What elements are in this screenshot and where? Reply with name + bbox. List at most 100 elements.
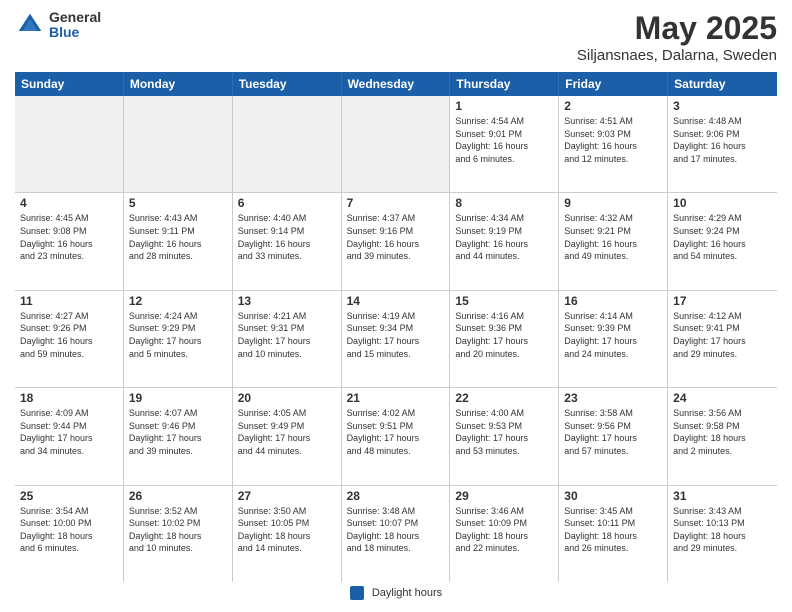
day-info: Sunrise: 4:27 AM Sunset: 9:26 PM Dayligh… <box>20 310 118 360</box>
day-number: 24 <box>673 391 772 405</box>
logo: General Blue <box>15 10 101 41</box>
day-cell-12: 12Sunrise: 4:24 AM Sunset: 9:29 PM Dayli… <box>124 291 233 387</box>
day-number: 2 <box>564 99 662 113</box>
day-number: 5 <box>129 196 227 210</box>
day-number: 22 <box>455 391 553 405</box>
day-cell-3: 3 Sunrise: 4:48 AM Sunset: 9:06 PM Daylig… <box>668 96 777 192</box>
page: General Blue May 2025 Siljansnaes, Dalar… <box>0 0 792 612</box>
day-info: Sunrise: 3:54 AM Sunset: 10:00 PM Daylig… <box>20 505 118 555</box>
week-row-2: 11Sunrise: 4:27 AM Sunset: 9:26 PM Dayli… <box>15 291 777 388</box>
header-day-sunday: Sunday <box>15 72 124 96</box>
legend-text: Daylight hours <box>372 587 442 599</box>
day-info: Sunrise: 3:45 AM Sunset: 10:11 PM Daylig… <box>564 505 662 555</box>
day-number: 14 <box>347 294 445 308</box>
day-cell-27: 27Sunrise: 3:50 AM Sunset: 10:05 PM Dayl… <box>233 486 342 582</box>
empty-cell <box>124 96 233 192</box>
header-day-monday: Monday <box>124 72 233 96</box>
day-number: 28 <box>347 489 445 503</box>
day-number: 16 <box>564 294 662 308</box>
day-number: 18 <box>20 391 118 405</box>
day-cell-9: 9 Sunrise: 4:32 AM Sunset: 9:21 PM Daylig… <box>559 193 668 289</box>
day-info: Sunrise: 4:21 AM Sunset: 9:31 PM Dayligh… <box>238 310 336 360</box>
day-info: Sunrise: 4:05 AM Sunset: 9:49 PM Dayligh… <box>238 407 336 457</box>
day-cell-24: 24 Sunrise: 3:56 AM Sunset: 9:58 PM Dayli… <box>668 388 777 484</box>
day-info: Sunrise: 4:43 AM Sunset: 9:11 PM Dayligh… <box>129 212 227 262</box>
day-number: 19 <box>129 391 227 405</box>
day-cell-5: 5 Sunrise: 4:43 AM Sunset: 9:11 PM Daylig… <box>124 193 233 289</box>
day-number: 25 <box>20 489 118 503</box>
day-number: 6 <box>238 196 336 210</box>
calendar-body: 1Sunrise: 4:54 AM Sunset: 9:01 PM Daylig… <box>15 96 777 582</box>
day-number: 1 <box>455 99 553 113</box>
day-cell-8: 8Sunrise: 4:34 AM Sunset: 9:19 PM Daylig… <box>450 193 559 289</box>
day-cell-6: 6 Sunrise: 4:40 AM Sunset: 9:14 PM Daylig… <box>233 193 342 289</box>
logo-icon <box>15 10 45 40</box>
sub-title: Siljansnaes, Dalarna, Sweden <box>577 47 777 64</box>
day-number: 3 <box>673 99 772 113</box>
day-cell-4: 4 Sunrise: 4:45 AM Sunset: 9:08 PM Daylig… <box>15 193 124 289</box>
logo-general: General <box>49 10 101 25</box>
day-cell-29: 29 Sunrise: 3:46 AM Sunset: 10:09 PM Dayl… <box>450 486 559 582</box>
day-info: Sunrise: 3:43 AM Sunset: 10:13 PM Daylig… <box>673 505 772 555</box>
header: General Blue May 2025 Siljansnaes, Dalar… <box>15 10 777 64</box>
day-number: 4 <box>20 196 118 210</box>
day-cell-21: 21 Sunrise: 4:02 AM Sunset: 9:51 PM Dayli… <box>342 388 451 484</box>
header-day-tuesday: Tuesday <box>233 72 342 96</box>
day-number: 29 <box>455 489 553 503</box>
day-cell-17: 17 Sunrise: 4:12 AM Sunset: 9:41 PM Dayli… <box>668 291 777 387</box>
day-info: Sunrise: 4:45 AM Sunset: 9:08 PM Dayligh… <box>20 212 118 262</box>
day-info: Sunrise: 4:32 AM Sunset: 9:21 PM Dayligh… <box>564 212 662 262</box>
day-number: 9 <box>564 196 662 210</box>
day-info: Sunrise: 3:48 AM Sunset: 10:07 PM Daylig… <box>347 505 445 555</box>
day-info: Sunrise: 4:09 AM Sunset: 9:44 PM Dayligh… <box>20 407 118 457</box>
day-cell-11: 11Sunrise: 4:27 AM Sunset: 9:26 PM Dayli… <box>15 291 124 387</box>
logo-blue: Blue <box>49 25 101 40</box>
day-number: 20 <box>238 391 336 405</box>
day-number: 31 <box>673 489 772 503</box>
empty-cell <box>233 96 342 192</box>
day-info: Sunrise: 4:02 AM Sunset: 9:51 PM Dayligh… <box>347 407 445 457</box>
day-cell-26: 26 Sunrise: 3:52 AM Sunset: 10:02 PM Dayl… <box>124 486 233 582</box>
day-info: Sunrise: 4:40 AM Sunset: 9:14 PM Dayligh… <box>238 212 336 262</box>
day-number: 30 <box>564 489 662 503</box>
day-info: Sunrise: 4:16 AM Sunset: 9:36 PM Dayligh… <box>455 310 553 360</box>
day-cell-7: 7Sunrise: 4:37 AM Sunset: 9:16 PM Daylig… <box>342 193 451 289</box>
day-info: Sunrise: 3:50 AM Sunset: 10:05 PM Daylig… <box>238 505 336 555</box>
calendar-header: SundayMondayTuesdayWednesdayThursdayFrid… <box>15 72 777 96</box>
calendar: SundayMondayTuesdayWednesdayThursdayFrid… <box>15 72 777 582</box>
header-day-wednesday: Wednesday <box>342 72 451 96</box>
day-number: 21 <box>347 391 445 405</box>
day-info: Sunrise: 4:51 AM Sunset: 9:03 PM Dayligh… <box>564 115 662 165</box>
day-info: Sunrise: 4:14 AM Sunset: 9:39 PM Dayligh… <box>564 310 662 360</box>
day-info: Sunrise: 3:46 AM Sunset: 10:09 PM Daylig… <box>455 505 553 555</box>
day-info: Sunrise: 4:12 AM Sunset: 9:41 PM Dayligh… <box>673 310 772 360</box>
empty-cell <box>15 96 124 192</box>
day-cell-18: 18 Sunrise: 4:09 AM Sunset: 9:44 PM Dayli… <box>15 388 124 484</box>
day-cell-25: 25 Sunrise: 3:54 AM Sunset: 10:00 PM Dayl… <box>15 486 124 582</box>
footer: Daylight hours <box>15 582 777 602</box>
day-cell-15: 15Sunrise: 4:16 AM Sunset: 9:36 PM Dayli… <box>450 291 559 387</box>
day-cell-14: 14 Sunrise: 4:19 AM Sunset: 9:34 PM Dayli… <box>342 291 451 387</box>
day-cell-10: 10Sunrise: 4:29 AM Sunset: 9:24 PM Dayli… <box>668 193 777 289</box>
day-cell-31: 31 Sunrise: 3:43 AM Sunset: 10:13 PM Dayl… <box>668 486 777 582</box>
day-cell-19: 19 Sunrise: 4:07 AM Sunset: 9:46 PM Dayli… <box>124 388 233 484</box>
day-info: Sunrise: 4:19 AM Sunset: 9:34 PM Dayligh… <box>347 310 445 360</box>
day-cell-28: 28 Sunrise: 3:48 AM Sunset: 10:07 PM Dayl… <box>342 486 451 582</box>
day-info: Sunrise: 4:48 AM Sunset: 9:06 PM Dayligh… <box>673 115 772 165</box>
day-cell-2: 2 Sunrise: 4:51 AM Sunset: 9:03 PM Daylig… <box>559 96 668 192</box>
empty-cell <box>342 96 451 192</box>
day-info: Sunrise: 3:56 AM Sunset: 9:58 PM Dayligh… <box>673 407 772 457</box>
header-day-thursday: Thursday <box>450 72 559 96</box>
day-info: Sunrise: 4:34 AM Sunset: 9:19 PM Dayligh… <box>455 212 553 262</box>
legend-box <box>350 586 364 600</box>
day-cell-22: 22Sunrise: 4:00 AM Sunset: 9:53 PM Dayli… <box>450 388 559 484</box>
day-cell-16: 16 Sunrise: 4:14 AM Sunset: 9:39 PM Dayli… <box>559 291 668 387</box>
day-cell-20: 20 Sunrise: 4:05 AM Sunset: 9:49 PM Dayli… <box>233 388 342 484</box>
day-info: Sunrise: 3:52 AM Sunset: 10:02 PM Daylig… <box>129 505 227 555</box>
day-cell-1: 1Sunrise: 4:54 AM Sunset: 9:01 PM Daylig… <box>450 96 559 192</box>
day-number: 12 <box>129 294 227 308</box>
day-info: Sunrise: 4:07 AM Sunset: 9:46 PM Dayligh… <box>129 407 227 457</box>
day-number: 26 <box>129 489 227 503</box>
week-row-4: 25 Sunrise: 3:54 AM Sunset: 10:00 PM Dayl… <box>15 486 777 582</box>
day-number: 17 <box>673 294 772 308</box>
